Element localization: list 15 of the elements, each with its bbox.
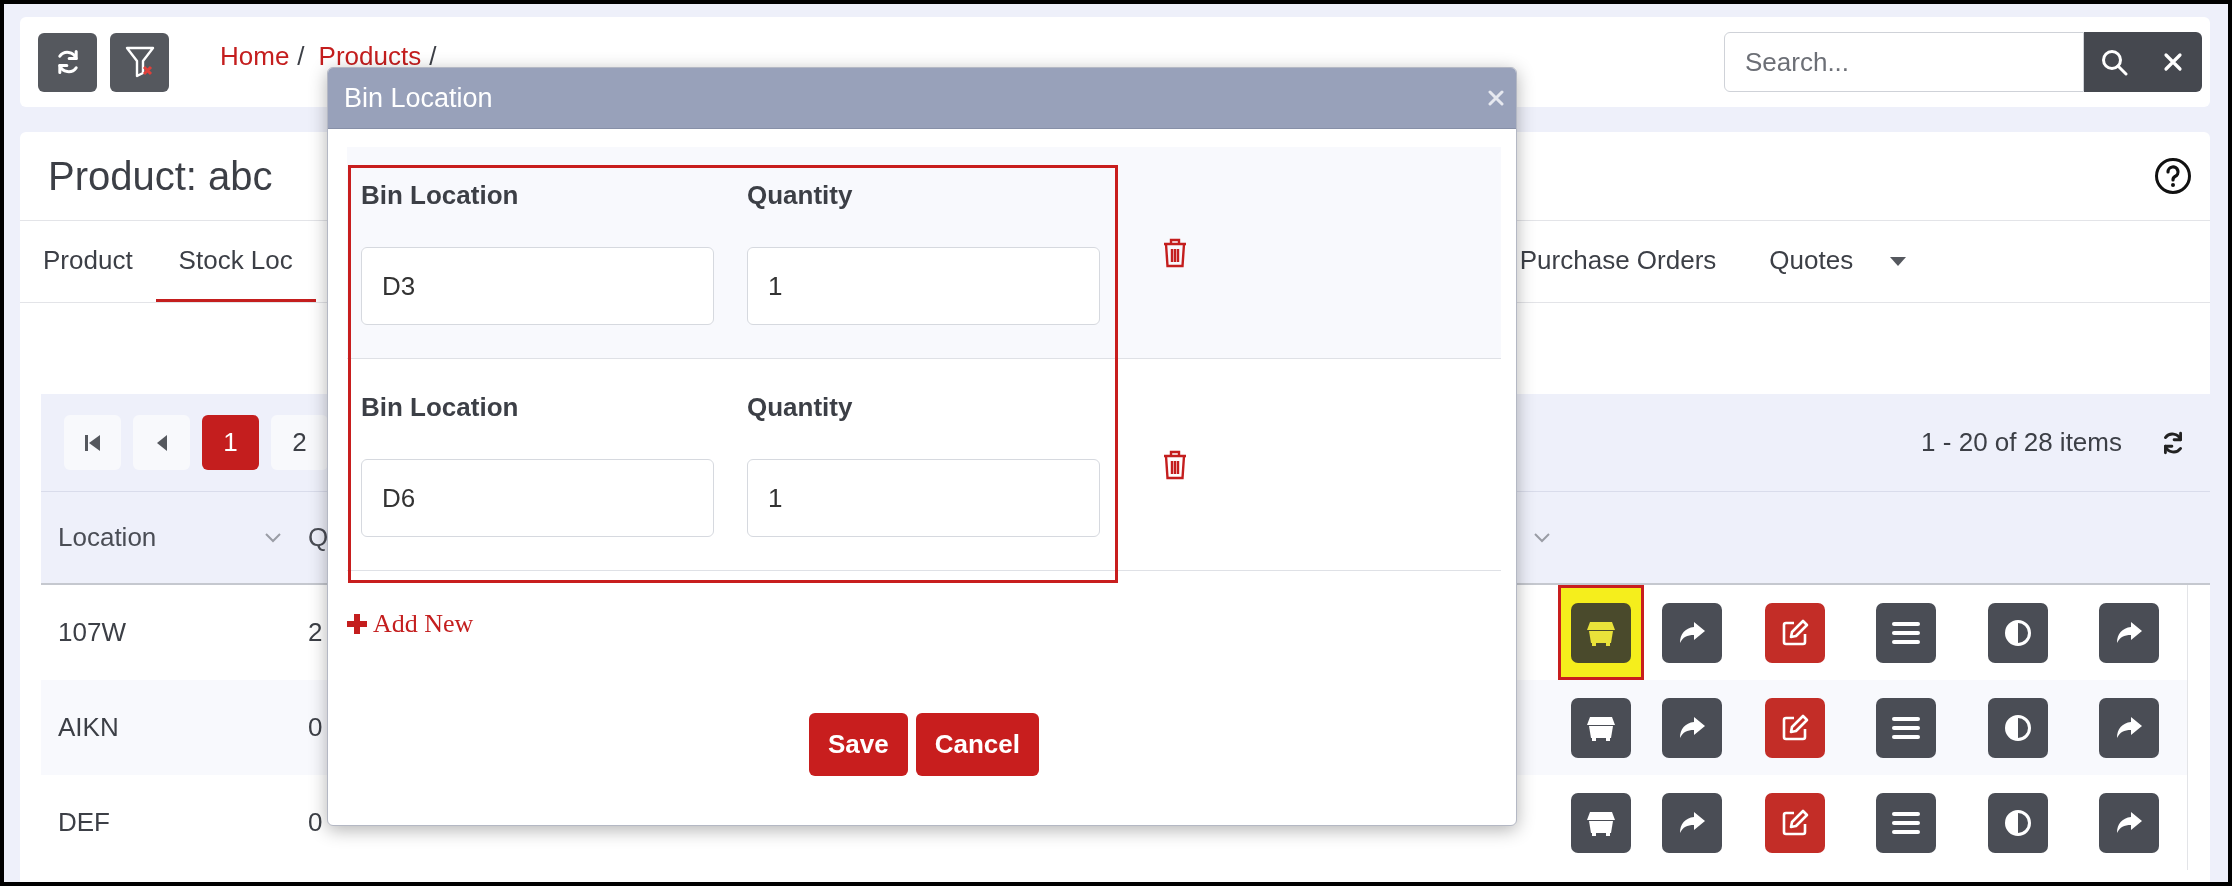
field-label: Bin Location	[361, 180, 520, 210]
field-label: Quantity	[747, 180, 854, 210]
table-cell: DEF	[58, 807, 110, 837]
breadcrumb-separator: /	[429, 40, 437, 72]
field-label: Bin Location	[361, 392, 520, 422]
breadcrumb-separator: /	[297, 40, 305, 72]
dialog-title: Bin Location	[344, 82, 494, 114]
pager-summary: 1 - 20 of 28 items	[1921, 427, 2122, 458]
table-cell: AIKN	[58, 712, 119, 742]
page-title: Product: abc	[48, 153, 273, 199]
field-label: Quantity	[747, 392, 854, 422]
table-cell: 107W	[58, 617, 126, 647]
table-cell: 0	[308, 807, 323, 837]
table-cell: 2	[308, 617, 323, 647]
table-cell: 0	[308, 712, 323, 742]
